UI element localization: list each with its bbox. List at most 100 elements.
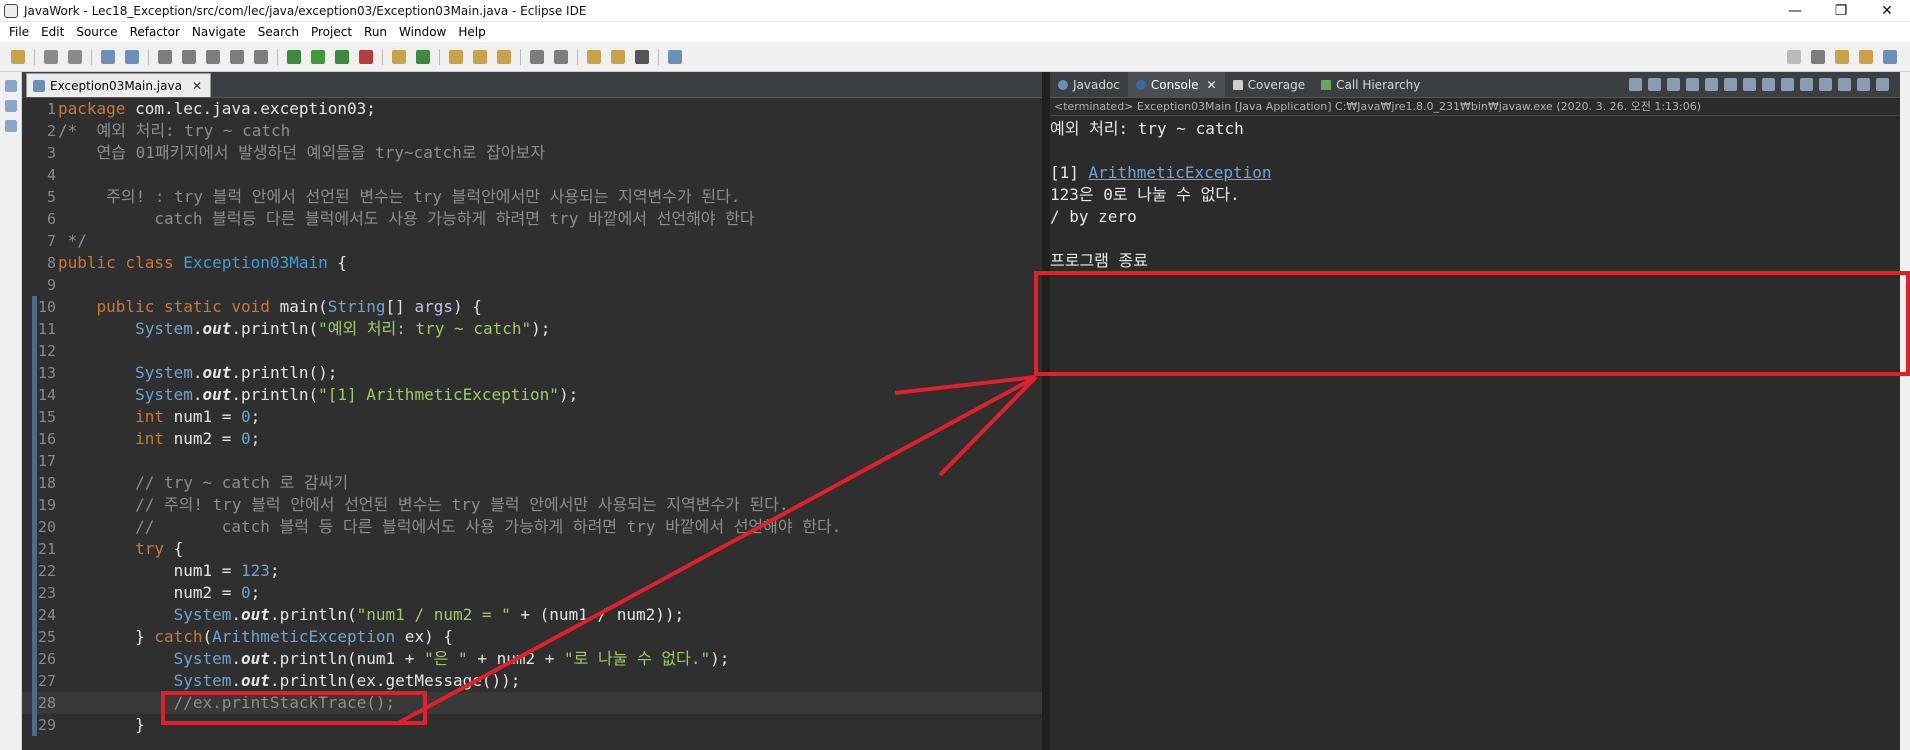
code-line[interactable]: 4 (22, 164, 1042, 186)
code-line[interactable]: 10 public static void main(String[] args… (22, 296, 1042, 318)
menu-source[interactable]: Source (70, 25, 123, 39)
code-line[interactable]: 25 } catch(ArithmeticException ex) { (22, 626, 1042, 648)
panel-divider[interactable] (1042, 72, 1050, 750)
menu-navigate[interactable]: Navigate (186, 25, 252, 39)
code-line[interactable]: 8 public class Exception03Main { (22, 252, 1042, 274)
code-line[interactable]: 11 System.out.println("예외 처리: try ~ catc… (22, 318, 1042, 340)
code-line[interactable]: 2/* 예외 처리: try ~ catch (22, 120, 1042, 142)
save-icon[interactable] (44, 49, 58, 64)
open-console-icon[interactable] (1819, 78, 1832, 91)
save-all-icon[interactable] (68, 49, 82, 64)
tab-console[interactable]: Console ✕ (1127, 71, 1225, 98)
clear-console-icon[interactable] (1686, 78, 1699, 91)
menu-window[interactable]: Window (393, 25, 452, 39)
code-line[interactable]: 16 int num2 = 0; (22, 428, 1042, 450)
last-edit-location-icon[interactable] (587, 49, 601, 64)
quick-access-search-icon[interactable] (1787, 50, 1801, 64)
outline-icon[interactable] (5, 120, 17, 132)
restore-button[interactable]: ❐ (1818, 0, 1864, 22)
package-explorer-icon[interactable] (5, 100, 17, 112)
run-icon[interactable] (311, 49, 325, 64)
code-line[interactable]: 7 */ (22, 230, 1042, 252)
menu-help[interactable]: Help (452, 25, 491, 39)
code-line[interactable]: 24 System.out.println("num1 / num2 = " +… (22, 604, 1042, 626)
code-line[interactable]: 15 int num1 = 0; (22, 406, 1042, 428)
code-line[interactable]: 22 num1 = 123; (22, 560, 1042, 582)
maximize-view-icon[interactable] (1876, 78, 1889, 91)
editor-tab-exception03main[interactable]: Exception03Main.java ✕ (26, 73, 211, 97)
close-button[interactable]: ✕ (1864, 0, 1910, 22)
java-ee-perspective-icon[interactable] (1835, 50, 1849, 64)
code-line[interactable]: 26 System.out.println(num1 + "은 " + num2… (22, 648, 1042, 670)
skip-breakpoints-icon[interactable] (125, 49, 139, 64)
code-line[interactable]: 9 (22, 274, 1042, 296)
console-output[interactable]: 예외 처리: try ~ catch [1] ArithmeticExcepti… (1050, 116, 1900, 272)
pin-editor-icon[interactable] (668, 49, 682, 64)
menu-project[interactable]: Project (305, 25, 358, 39)
menu-run[interactable]: Run (358, 25, 393, 39)
next-annotation-icon[interactable] (530, 49, 544, 64)
close-tab-icon[interactable]: ✕ (192, 79, 202, 93)
menu-file[interactable]: File (3, 25, 35, 39)
word-wrap-console-icon[interactable] (1724, 78, 1737, 91)
scroll-lock-icon[interactable] (1705, 78, 1718, 91)
view-menu-icon[interactable] (1838, 78, 1851, 91)
back-icon[interactable] (611, 49, 625, 64)
word-wrap-icon[interactable] (230, 49, 244, 64)
code-line[interactable]: 5 주의! : try 블럭 안에서 선언된 변수는 try 블럭안에서만 사용… (22, 186, 1042, 208)
open-perspective-icon[interactable] (1811, 50, 1825, 64)
open-type-icon[interactable] (449, 49, 463, 64)
code-line[interactable]: 23 num2 = 0; (22, 582, 1042, 604)
forward-icon[interactable] (635, 49, 649, 64)
terminal-icon[interactable] (101, 49, 115, 64)
block-selection-icon[interactable] (206, 49, 220, 64)
new-file-icon[interactable] (11, 49, 25, 64)
tab-call-hierarchy[interactable]: Call Hierarchy (1313, 72, 1428, 98)
open-task-icon[interactable] (473, 49, 487, 64)
minimize-button[interactable]: — (1772, 0, 1818, 22)
new-class-icon[interactable] (416, 49, 430, 64)
exception-link[interactable]: ArithmeticException (1089, 163, 1272, 182)
code-line[interactable]: 27 System.out.println(ex.getMessage()); (22, 670, 1042, 692)
code-line[interactable]: 17 (22, 450, 1042, 472)
java-perspective-icon[interactable] (1859, 50, 1873, 64)
code-line[interactable]: 21 try { (22, 538, 1042, 560)
external-tools-icon[interactable] (359, 49, 373, 64)
tab-coverage[interactable]: Coverage (1225, 72, 1314, 98)
code-line[interactable]: 1 package com.lec.java.exception03; (22, 98, 1042, 120)
code-line[interactable]: 20 // catch 블럭 등 다른 블럭에서도 사용 가능하게 하려면 tr… (22, 516, 1042, 538)
coverage-icon[interactable] (335, 49, 349, 64)
debug-perspective-icon[interactable] (1883, 50, 1897, 64)
code-area[interactable]: 1 package com.lec.java.exception03; 2/* 예외… (22, 98, 1042, 750)
toggle-mark-occurrences-icon[interactable] (158, 49, 172, 64)
code-line[interactable]: 28 //ex.printStackTrace(); (22, 692, 1042, 714)
code-line[interactable]: 12 (22, 340, 1042, 362)
debug-icon[interactable] (287, 49, 301, 64)
new-java-project-icon[interactable] (392, 49, 406, 64)
search-toolbar-icon[interactable] (497, 49, 511, 64)
show-on-stdout-icon[interactable] (1743, 78, 1756, 91)
terminate-icon[interactable] (1629, 78, 1642, 91)
pin-console-icon[interactable] (1781, 78, 1794, 91)
minimize-view-icon[interactable] (1857, 78, 1870, 91)
code-line[interactable]: 14 System.out.println("[1] ArithmeticExc… (22, 384, 1042, 406)
code-line[interactable]: 29 } (22, 714, 1042, 736)
code-line[interactable]: 18 // try ~ catch 로 감싸기 (22, 472, 1042, 494)
menu-search[interactable]: Search (252, 25, 305, 39)
show-on-stderr-icon[interactable] (1762, 78, 1775, 91)
previous-annotation-icon[interactable] (554, 49, 568, 64)
code-line[interactable]: 19 // 주의! try 블럭 안에서 선언된 변수는 try 블럭 안에서만… (22, 494, 1042, 516)
remove-launch-icon[interactable] (1648, 78, 1661, 91)
restore-view-icon[interactable] (5, 80, 17, 92)
edit-icon[interactable] (182, 49, 196, 64)
menu-edit[interactable]: Edit (35, 25, 70, 39)
code-line[interactable]: 13 System.out.println(); (22, 362, 1042, 384)
menu-refactor[interactable]: Refactor (124, 25, 186, 39)
close-console-icon[interactable]: ✕ (1207, 78, 1217, 92)
code-line[interactable]: 3 연습 01패키지에서 발생하던 예외들을 try~catch로 잡아보자 (22, 142, 1042, 164)
whitespace-icon[interactable] (254, 49, 268, 64)
remove-all-terminated-icon[interactable] (1667, 78, 1680, 91)
tab-javadoc[interactable]: Javadoc (1050, 72, 1128, 98)
display-console-icon[interactable] (1800, 78, 1813, 91)
code-line[interactable]: 6 catch 블럭등 다른 블럭에서도 사용 가능하게 하려면 try 바깥에… (22, 208, 1042, 230)
